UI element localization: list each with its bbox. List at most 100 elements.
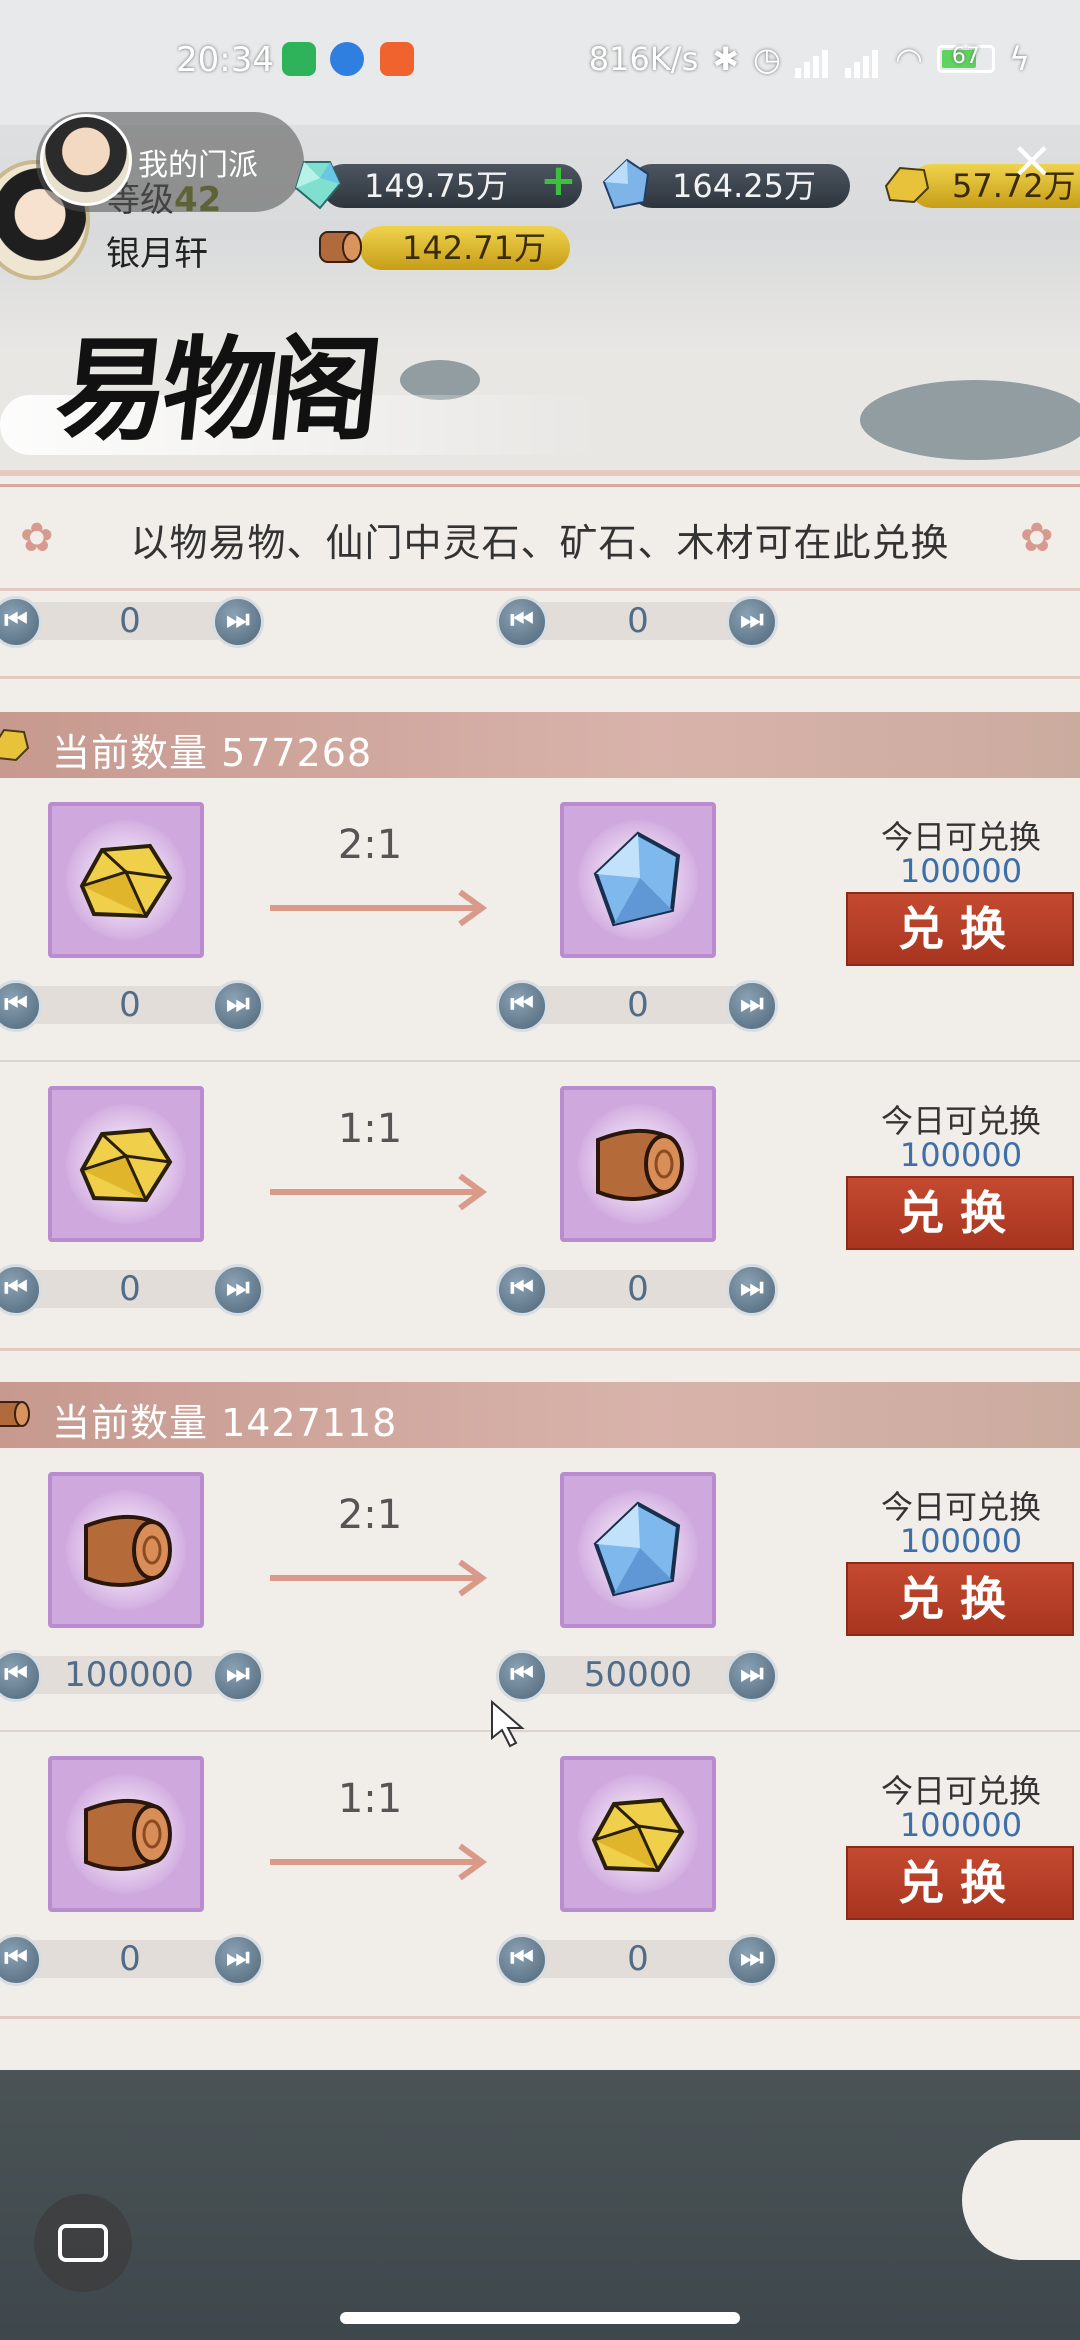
stepper-to: ⏮ 50000 ⏭ [496,1650,780,1702]
decrease-button[interactable]: ⏮ [496,1264,548,1316]
gold-ore-icon [884,166,930,204]
alarm-icon: ◷ [753,40,781,78]
item-slot-from [48,1756,204,1912]
increase-button[interactable]: ⏭ [726,980,778,1032]
cloud-decoration [860,380,1080,460]
increase-button[interactable]: ⏭ [212,1934,264,1986]
chat-menu-button[interactable] [34,2194,132,2292]
battery-icon: 67 [936,44,995,73]
exchange-ratio: 2:1 [337,822,403,868]
decrease-button[interactable]: ⏮ [496,980,548,1032]
arrow-right-icon [270,1843,488,1881]
stepper-value: 50000 [583,1655,693,1695]
decrease-button[interactable]: ⏮ [496,1650,548,1702]
exchange-button[interactable]: 兑换 [846,1176,1074,1250]
stepper-value: 0 [627,601,649,641]
stepper-from: ⏮ 0 ⏭ [0,1934,270,1986]
increase-button[interactable]: ⏭ [726,1934,778,1986]
battery-level: 67 [951,44,980,69]
stepper-value: 0 [627,1269,649,1309]
stepper-to: ⏮ 0 ⏭ [496,980,780,1032]
exchange-ratio: 1:1 [337,1106,403,1152]
decrease-button[interactable]: ⏮ [496,1934,548,1986]
signal-icon [794,40,831,78]
notice-text: 以物易物、仙门中灵石、矿石、木材可在此兑换 [130,521,950,565]
stepper-from: ⏮ 100000 ⏭ [0,1650,270,1702]
divider [0,588,1080,591]
wifi-icon: ◠ [894,40,923,78]
exchange-row: 1:1 今日可兑换 100000 兑换 ⏮ 0 ⏭ ⏮ 0 ⏭ [0,1066,1080,1346]
divider [0,1348,1080,1351]
crystal-icon [602,158,650,210]
add-resource-icon[interactable]: + [540,159,577,203]
flower-icon: ✿ [1020,515,1054,561]
arrow-right-icon [270,1173,488,1211]
crystal-icon [593,1501,681,1597]
wood-counter: 142.71万 [360,226,570,270]
video-app-icon [380,42,414,76]
cloud-decoration [400,360,480,400]
stepper-from: ⏮ 0 ⏭ [0,596,270,648]
status-bar: 20:34 816K/s ✱ ◷ ◠ 67 ϟ [0,0,1080,125]
section-header-wood: 当前数量 1427118 [0,1382,1080,1448]
increase-button[interactable]: ⏭ [212,596,264,648]
daily-quota-value: 100000 [899,1136,1023,1174]
exchange-button[interactable]: 兑换 [846,892,1074,966]
gold-ore-icon [0,728,30,762]
game-screen: 20:34 816K/s ✱ ◷ ◠ 67 ϟ 等级42 银月轩 我的门派 14… [0,0,1080,2340]
exchange-panel: ✿ 以物易物、仙门中灵石、矿石、木材可在此兑换 ✿ ⏮ 0 ⏭ ⏮ 0 ⏭ 当前… [0,470,1080,2070]
stepper-value: 0 [627,1939,649,1979]
stepper-to: ⏮ 0 ⏭ [496,596,780,648]
daily-quota-value: 100000 [899,1806,1023,1844]
exchange-row: 1:1 今日可兑换 100000 兑换 ⏮ 0 ⏭ ⏮ 0 ⏭ [0,1736,1080,2016]
gold-ore-icon [79,1127,173,1203]
close-button[interactable]: × [1010,134,1054,186]
increase-button[interactable]: ⏭ [726,1264,778,1316]
crystal-icon [593,831,681,927]
net-speed: 816K/s [588,40,699,78]
browser-app-icon [330,42,364,76]
stepper-value: 0 [119,985,141,1025]
increase-button[interactable]: ⏭ [212,980,264,1032]
section-count: 当前数量 577268 [52,731,373,775]
signal-icon-2 [844,40,881,78]
increase-button[interactable]: ⏭ [726,1650,778,1702]
exchange-ratio: 2:1 [337,1492,403,1538]
increase-button[interactable]: ⏭ [212,1264,264,1316]
status-right: 816K/s ✱ ◷ ◠ 67 ϟ [589,40,1030,78]
wood-log-icon [0,1401,30,1427]
stepper-value: 0 [119,601,141,641]
bluetooth-icon: ✱ [712,40,740,78]
item-slot-to [560,1756,716,1912]
decrease-button[interactable]: ⏮ [496,596,548,648]
wood-log-icon [319,231,362,263]
stepper-value: 0 [627,985,649,1025]
shield-app-icon [282,42,316,76]
arrow-right-icon [270,889,488,927]
sect-avatar [40,114,132,206]
exchange-button[interactable]: 兑换 [846,1846,1074,1920]
exchange-button[interactable]: 兑换 [846,1562,1074,1636]
spirit-stone-icon [294,161,342,210]
item-slot-to [560,1086,716,1242]
increase-button[interactable]: ⏭ [212,1650,264,1702]
daily-quota-value: 100000 [899,852,1023,890]
increase-button[interactable]: ⏭ [726,596,778,648]
ore-counter: 164.25万 [630,164,850,208]
stepper-value: 0 [119,1269,141,1309]
item-slot-from [48,1472,204,1628]
gold-counter: 57.72万 [910,164,1080,208]
divider [0,2016,1080,2019]
home-indicator[interactable] [340,2312,740,2324]
page-title: 易物阁 [50,325,382,456]
stepper-from: ⏮ 0 ⏭ [0,1264,270,1316]
stepper-value: 0 [119,1939,141,1979]
stepper-from: ⏮ 0 ⏭ [0,980,270,1032]
my-sect-label: 我的门派 [138,148,258,183]
item-slot-to [560,802,716,958]
arrow-right-icon [270,1559,488,1597]
wood-log-icon [596,1128,684,1201]
player-name: 银月轩 [106,234,208,274]
mouse-cursor-icon [491,1700,525,1748]
stepper-to: ⏮ 0 ⏭ [496,1934,780,1986]
